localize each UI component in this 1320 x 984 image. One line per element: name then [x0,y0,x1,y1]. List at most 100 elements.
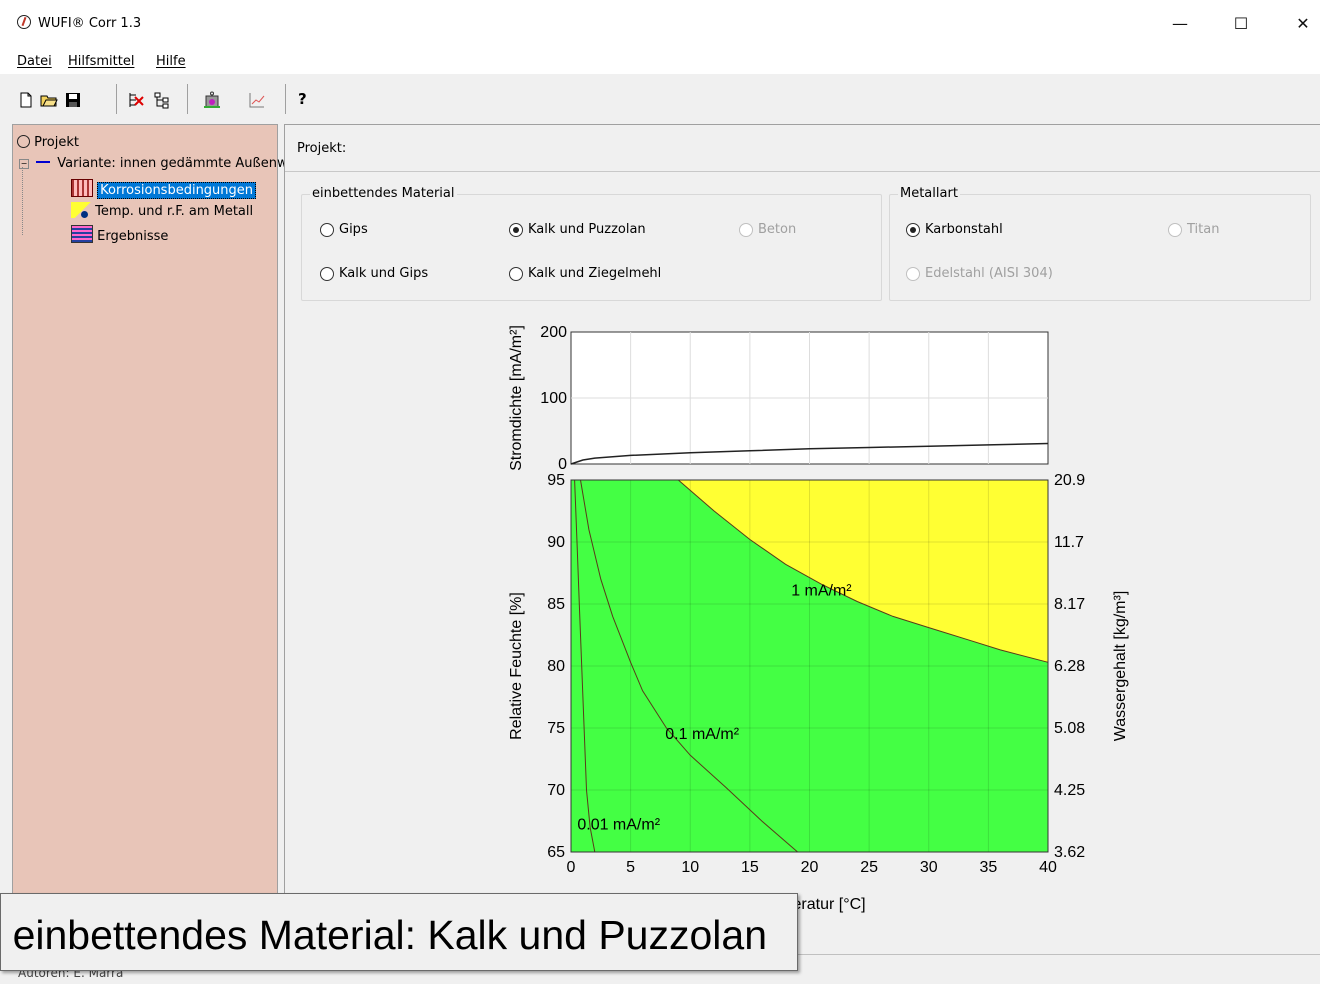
tree-line [22,167,24,235]
radio-kalk-gips-circle[interactable] [320,266,334,281]
title-bar: WUFI® Corr 1.3 — ☐ ✕ [0,0,1320,48]
menu-hilfe[interactable]: Hilfe [156,54,186,69]
y-tick-label: 95 [547,472,565,489]
y2-tick-label: 8.17 [1054,596,1085,613]
results-chart-icon [71,225,93,243]
calculation-icon[interactable] [203,91,221,109]
x-tick-label: 15 [741,859,759,876]
tree-structure-icon[interactable] [153,91,171,109]
contour-label: 1 mA/m² [791,582,852,599]
radio-titan[interactable]: Titan [1168,222,1219,237]
radio-kalk-puzzolan-circle[interactable] [509,222,523,237]
y-tick-label: 75 [547,720,565,737]
top-y-axis-label: Stromdichte [mA/m²] [508,325,525,471]
save-icon[interactable] [64,91,82,109]
radio-titan-circle[interactable] [1168,222,1182,237]
x-tick-label: 0 [567,859,576,876]
radio-karbonstahl-label: Karbonstahl [925,222,1003,237]
y2-tick-label: 6.28 [1054,658,1085,675]
x-tick-label: 5 [626,859,635,876]
y2-tick-label: 20.9 [1054,472,1085,489]
radio-gips[interactable]: Gips [320,222,368,237]
top-y-tick-label: 200 [540,324,567,341]
radio-gips-label: Gips [339,222,368,237]
help-icon[interactable]: ? [298,90,307,108]
y2-tick-label: 4.25 [1054,782,1085,799]
close-button[interactable]: ✕ [1280,8,1320,40]
radio-titan-label: Titan [1187,222,1220,237]
radio-karbonstahl[interactable]: Karbonstahl [906,222,1003,237]
maximize-button[interactable]: ☐ [1218,8,1264,40]
x-tick-label: 35 [979,859,997,876]
material-groupbox: einbettendes Material Gips Kalk und Puzz… [301,186,882,301]
main-panel: Projekt: einbettendes Material Gips Kalk… [284,124,1320,954]
radio-kalk-ziegelmehl[interactable]: Kalk und Ziegelmehl [509,266,661,281]
tree-item-projekt[interactable]: Projekt [17,135,79,150]
toolbar-separator [285,84,286,114]
tree-item-korrosionsbedingungen-label: Korrosionsbedingungen [97,182,257,199]
app-logo-icon [17,15,31,29]
y2-tick-label: 11.7 [1054,534,1084,551]
y-axis-label: Relative Feuchte [%] [508,592,525,740]
project-icon [17,135,30,148]
radio-kalk-puzzolan-label: Kalk und Puzzolan [528,222,646,237]
collapse-icon[interactable]: − [19,159,29,169]
tree-item-ergebnisse[interactable]: Ergebnisse [71,225,168,244]
radio-beton-circle[interactable] [739,222,753,237]
x-tick-label: 20 [801,859,819,876]
toolbar-separator [116,84,117,114]
window-title: WUFI® Corr 1.3 [38,16,142,31]
temperature-drop-icon [71,202,91,218]
tree-item-temp-label: Temp. und r.F. am Metall [95,204,254,219]
toolbar-separator [187,84,188,114]
radio-edelstahl-circle[interactable] [906,266,920,281]
open-folder-icon[interactable] [40,91,58,109]
menu-hilfsmittel[interactable]: Hilfsmittel [68,54,134,69]
tree-item-variante[interactable]: − Variante: innen gedämmte Außenwand [19,156,312,171]
radio-kalk-gips-label: Kalk und Gips [339,266,429,281]
tree-item-projekt-label: Projekt [34,135,79,150]
corrosion-grid-icon [71,179,93,197]
tree-item-temp[interactable]: Temp. und r.F. am Metall [71,202,253,219]
radio-kalk-puzzolan[interactable]: Kalk und Puzzolan [509,222,646,237]
radio-beton[interactable]: Beton [739,222,796,237]
material-group-title: einbettendes Material [310,186,457,201]
radio-kalk-ziegelmehl-label: Kalk und Ziegelmehl [528,266,662,281]
y2-tick-label: 5.08 [1054,720,1085,737]
y-tick-label: 65 [547,844,565,861]
y2-tick-label: 3.62 [1054,844,1085,861]
metal-group-title: Metallart [898,186,960,201]
tree-item-ergebnisse-label: Ergebnisse [97,229,169,244]
radio-karbonstahl-circle[interactable] [906,222,920,237]
tree-item-korrosionsbedingungen[interactable]: Korrosionsbedingungen [71,179,257,199]
top-y-tick-label: 0 [558,456,567,473]
radio-edelstahl-label: Edelstahl (AISI 304) [925,266,1053,281]
project-label: Projekt: [297,141,347,156]
corrosion-charts: 2001000Stromdichte [mA/m²]1 mA/m²0.1 mA/… [508,324,1129,913]
x-tick-label: 10 [681,859,699,876]
top-y-tick-label: 100 [540,390,567,407]
radio-kalk-ziegelmehl-circle[interactable] [509,266,523,281]
radio-edelstahl[interactable]: Edelstahl (AISI 304) [906,266,1053,281]
menu-bar: Datei Hilfsmittel Hilfe [0,48,1320,74]
minimize-button[interactable]: — [1157,8,1203,40]
delete-variant-icon[interactable] [127,91,145,109]
tooltip: einbettendes Material: Kalk und Puzzolan [0,893,798,971]
tooltip-text: einbettendes Material: Kalk und Puzzolan [12,912,767,958]
y2-axis-label: Wassergehalt [kg/m³] [1112,591,1129,742]
toolbar: ? [0,74,1320,124]
y-tick-label: 85 [547,596,565,613]
menu-datei[interactable]: Datei [17,54,52,69]
project-tree: Projekt − Variante: innen gedämmte Außen… [12,124,312,944]
y-tick-label: 70 [547,782,565,799]
metal-groupbox: Metallart Karbonstahl Titan Edelstahl (A… [889,186,1311,301]
radio-beton-label: Beton [758,222,797,237]
contour-label: 0.01 mA/m² [577,817,660,834]
x-tick-label: 25 [860,859,878,876]
x-tick-label: 30 [920,859,938,876]
radio-gips-circle[interactable] [320,222,334,237]
new-file-icon[interactable] [17,91,35,109]
radio-kalk-gips[interactable]: Kalk und Gips [320,266,428,281]
variant-line-icon [36,161,51,163]
chart-icon[interactable] [248,91,266,109]
